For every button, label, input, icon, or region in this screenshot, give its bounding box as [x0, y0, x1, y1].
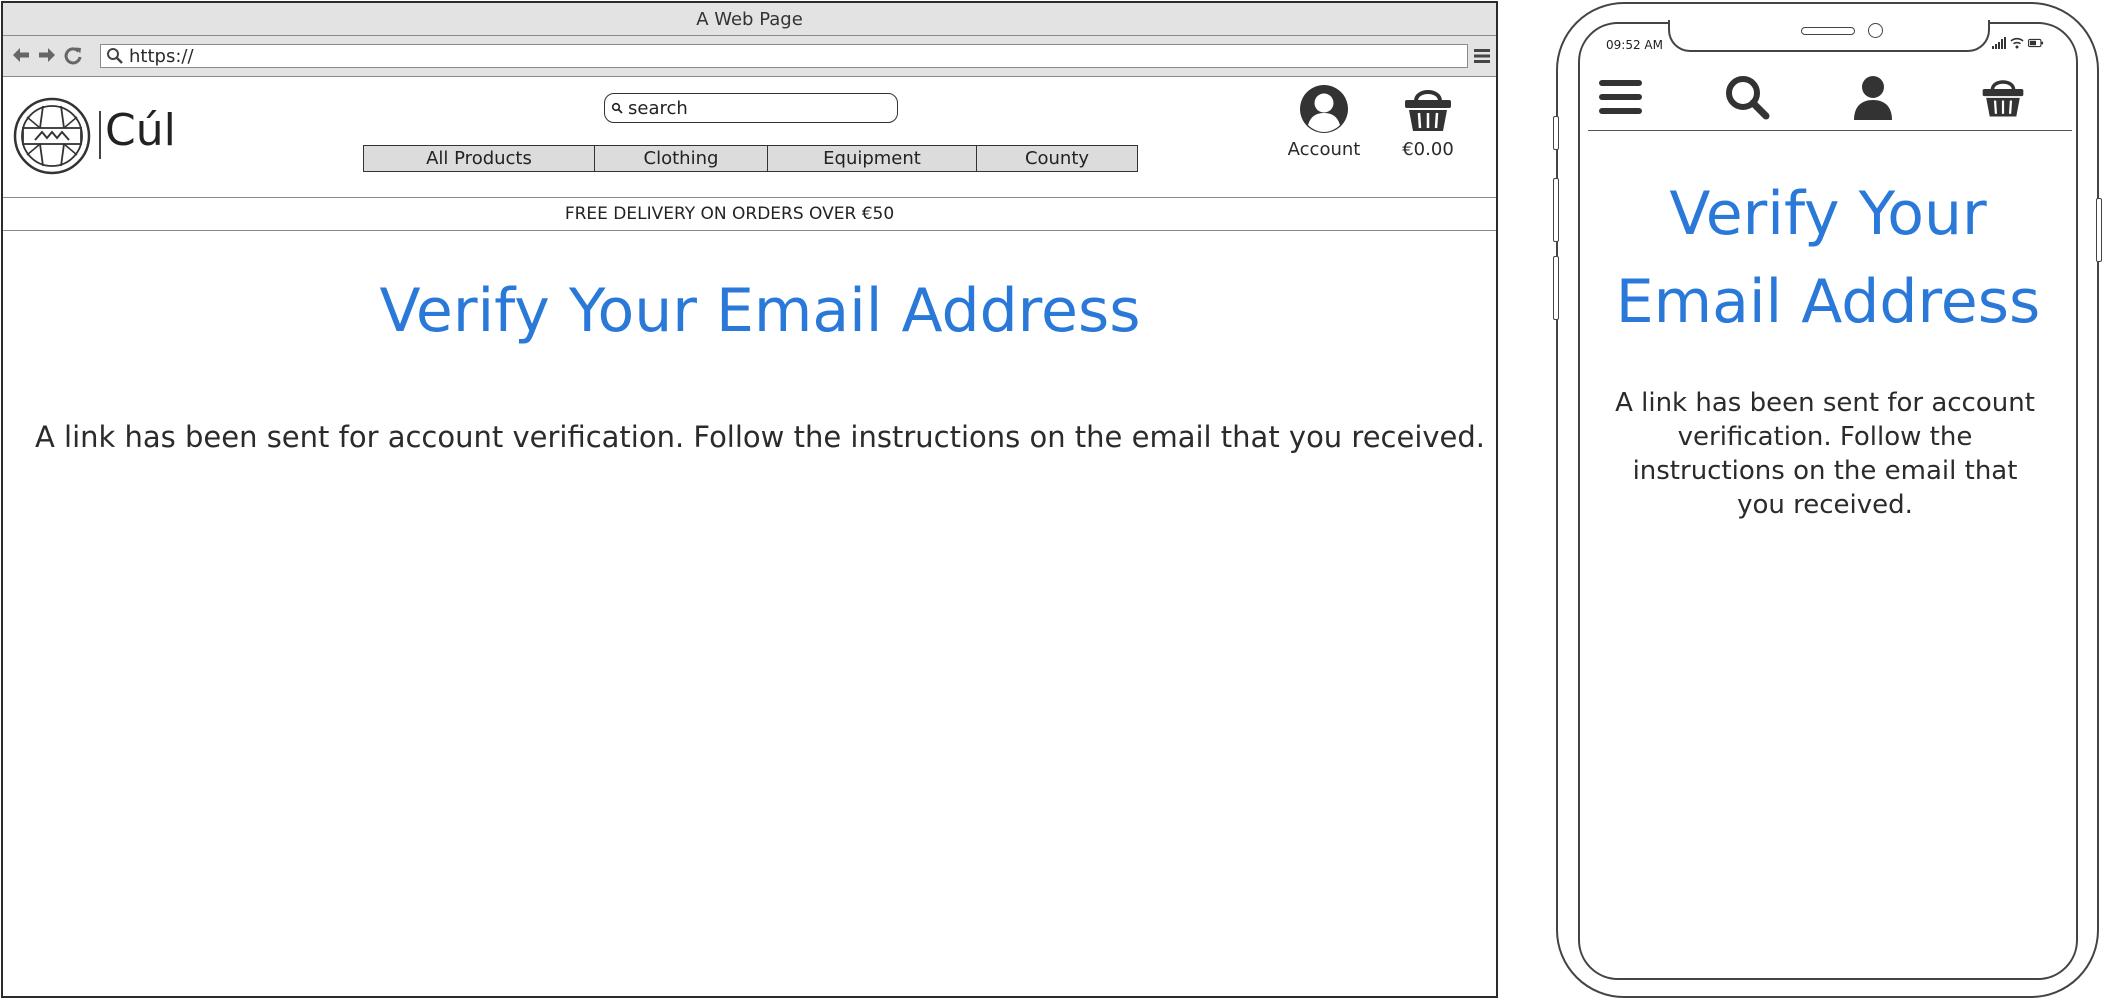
phone-mute-button — [1553, 116, 1559, 150]
url-bar[interactable]: https:// — [100, 44, 1468, 68]
basket-icon — [1405, 90, 1451, 131]
browser-nav-buttons — [11, 45, 83, 65]
search-icon[interactable] — [1724, 74, 1770, 120]
user-icon — [1300, 85, 1348, 133]
phone-volume-up-button — [1553, 178, 1559, 242]
delivery-banner: FREE DELIVERY ON ORDERS OVER €50 — [3, 198, 1496, 231]
hamburger-icon[interactable] — [1474, 48, 1490, 64]
page-title: Verify Your Email Address — [379, 276, 1141, 346]
search-icon — [611, 102, 623, 114]
basket-icon[interactable] — [1980, 74, 2026, 120]
user-icon[interactable] — [1850, 74, 1896, 120]
category-nav: All Products Clothing Equipment County — [363, 145, 1138, 172]
arrow-right-icon[interactable] — [37, 45, 57, 65]
cart-total: €0.00 — [1402, 139, 1454, 160]
gaelic-football-logo-icon[interactable] — [13, 97, 91, 175]
phone-speaker — [1801, 27, 1855, 35]
arrow-left-icon[interactable] — [11, 45, 31, 65]
brand-name[interactable]: Cúl — [105, 105, 176, 156]
cart-link[interactable]: €0.00 — [1393, 83, 1463, 160]
browser-window: A Web Page https:// Cúl search All Produ… — [1, 1, 1498, 998]
address-row: https:// — [3, 36, 1496, 77]
account-link[interactable]: Account — [1285, 83, 1363, 160]
phone-camera — [1868, 23, 1883, 38]
reload-icon[interactable] — [63, 45, 83, 65]
delivery-banner-text: FREE DELIVERY ON ORDERS OVER €50 — [564, 204, 895, 224]
nav-item-clothing[interactable]: Clothing — [595, 146, 768, 171]
browser-titlebar: A Web Page — [3, 3, 1496, 36]
nav-item-county[interactable]: County — [977, 146, 1137, 171]
search-placeholder: search — [628, 97, 688, 119]
status-icons — [1992, 37, 2044, 49]
logo-divider — [99, 111, 101, 159]
nav-item-all-products[interactable]: All Products — [364, 146, 595, 171]
nav-item-equipment[interactable]: Equipment — [768, 146, 977, 171]
url-text: https:// — [129, 45, 194, 67]
status-time: 09:52 AM — [1606, 38, 1663, 52]
phone-page-title: Verify Your Email Address — [1615, 179, 2041, 337]
window-title: A Web Page — [696, 8, 803, 30]
verification-message: A link has been sent for account verific… — [34, 420, 1486, 454]
search-input[interactable]: search — [604, 93, 898, 123]
site-header: Cúl search All Products Clothing Equipme… — [3, 77, 1496, 198]
account-label: Account — [1287, 139, 1361, 160]
phone-nav-bar — [1588, 68, 2072, 131]
wifi-icon — [2010, 37, 2024, 49]
signal-icon — [1992, 37, 2006, 49]
phone-power-button — [2096, 198, 2102, 262]
search-icon — [107, 48, 123, 64]
phone-notch — [1668, 20, 1990, 52]
phone-volume-down-button — [1553, 256, 1559, 320]
battery-icon — [2028, 38, 2044, 48]
phone-verification-message: A link has been sent for account verific… — [1615, 388, 2035, 520]
hamburger-icon[interactable] — [1598, 74, 1644, 120]
